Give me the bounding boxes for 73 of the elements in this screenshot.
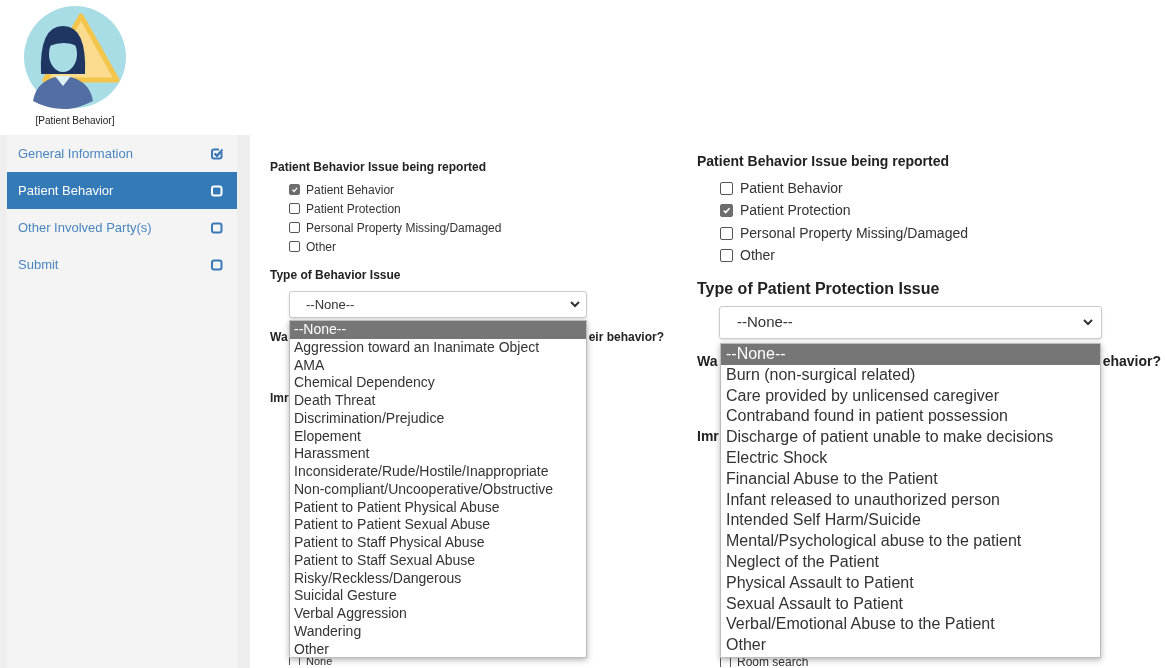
checkbox[interactable] [289, 184, 300, 195]
dropdown-option[interactable]: Other [721, 635, 1100, 656]
sidebar-item[interactable]: Submit [7, 246, 237, 283]
dropdown-option[interactable]: Intended Self Harm/Suicide [721, 510, 1100, 532]
dropdown-option[interactable]: Chemical Dependency [290, 374, 586, 392]
question-text: Wa [697, 352, 718, 370]
sidebar-item[interactable]: Patient Behavior [7, 172, 237, 209]
section-title: Patient Behavior Issue being reported [697, 153, 951, 169]
checkbox[interactable] [720, 249, 733, 263]
dropdown-option[interactable]: Financial Abuse to the Patient [721, 468, 1100, 490]
checkbox-label: Patient Protection [740, 201, 851, 221]
question-text: ehavior? [1102, 352, 1161, 370]
question-text: eir behavior? [588, 330, 664, 344]
dropdown-option[interactable]: Risky/Reckless/Dangerous [290, 569, 586, 588]
checkbox[interactable] [720, 204, 733, 218]
check-icon [290, 185, 299, 194]
field-label: Imr [697, 427, 719, 445]
dropdown-option[interactable]: Burn (non-surgical related) [721, 364, 1100, 386]
dropdown-option[interactable]: Neglect of the Patient [721, 551, 1100, 573]
checkbox[interactable] [720, 226, 733, 240]
dropdown-option[interactable]: Physical Assault to Patient [721, 572, 1100, 594]
chevron-down-icon [570, 301, 580, 308]
select-field[interactable]: --None-- [719, 306, 1102, 339]
dropdown-option[interactable]: Mental/Psychological abuse to the patient [721, 531, 1100, 552]
dropdown-option[interactable]: Elopement [290, 427, 586, 446]
field-label: Type of Patient Protection Issue [697, 280, 941, 298]
dropdown-option[interactable]: Aggression toward an Inanimate Object [290, 338, 586, 357]
dropdown-option[interactable]: Patient to Patient Physical Abuse [290, 498, 586, 517]
chevron-down-icon [1083, 319, 1093, 326]
dropdown-option[interactable]: Electric Shock [721, 448, 1100, 469]
dropdown-option[interactable]: Suicidal Gesture [290, 587, 586, 605]
patient-warning-icon[interactable] [23, 6, 127, 109]
select-field[interactable]: --None-- [289, 291, 587, 318]
checkbox-label: Patient Behavior [740, 178, 843, 198]
checkbox-label: Patient Behavior [306, 181, 395, 199]
checkbox[interactable] [289, 241, 300, 252]
section-title: Patient Behavior Issue being reported [270, 159, 488, 175]
dropdown-option[interactable]: Death Threat [290, 392, 586, 410]
checkbox[interactable] [289, 203, 300, 214]
icon-caption: [Patient Behavior] [35, 114, 115, 128]
dropdown-option[interactable]: Patient to Staff Physical Abuse [290, 534, 586, 552]
checkbox-label: Patient Protection [306, 200, 401, 218]
checkbox-label: Other [306, 238, 336, 256]
dropdown-option[interactable]: --None-- [721, 344, 1100, 365]
dropdown-list[interactable] [720, 343, 1101, 658]
dropdown-option[interactable]: Verbal Aggression [290, 605, 586, 623]
checkbox[interactable] [289, 222, 300, 233]
dropdown-option[interactable]: Discharge of patient unable to make decisions [721, 427, 1100, 448]
dropdown-option[interactable]: Care provided by unlicensed caregiver [721, 385, 1100, 407]
dropdown-option[interactable]: Sexual Assault to Patient [721, 593, 1100, 615]
checkbox-label: Personal Property Missing/Damaged [306, 219, 502, 237]
check-icon [722, 206, 731, 216]
dropdown-option[interactable]: AMA [290, 356, 586, 375]
field-label: Imr [270, 391, 289, 405]
dropdown-option[interactable]: Infant released to unauthorized person [721, 489, 1100, 511]
dropdown-option[interactable]: Wandering [290, 622, 586, 641]
sidebar-item[interactable]: Other Involved Party(s) [7, 209, 237, 246]
dropdown-option[interactable]: Contraband found in patient possession [721, 406, 1100, 428]
dropdown-option[interactable]: Non-compliant/Uncooperative/Obstructive [290, 480, 586, 499]
checkbox-label: Other [740, 246, 775, 266]
dropdown-list[interactable] [289, 320, 587, 658]
checkbox-label: Personal Property Missing/Damaged [740, 223, 968, 243]
dropdown-option[interactable]: Inconsiderate/Rude/Hostile/Inappropriate [290, 463, 586, 481]
dropdown-option[interactable]: Patient to Patient Sexual Abuse [290, 516, 586, 534]
sidebar-item[interactable]: General Information [7, 135, 237, 172]
dropdown-option[interactable]: --None-- [290, 321, 586, 339]
dropdown-option[interactable]: Patient to Staff Sexual Abuse [290, 551, 586, 570]
dropdown-option[interactable]: Discrimination/Prejudice [290, 409, 586, 428]
checkbox[interactable] [720, 181, 733, 195]
field-label: Type of Behavior Issue [270, 268, 402, 282]
dropdown-option[interactable]: Verbal/Emotional Abuse to the Patient [721, 614, 1100, 636]
dropdown-option[interactable]: Harassment [290, 445, 586, 463]
question-text: Wa [270, 330, 288, 344]
